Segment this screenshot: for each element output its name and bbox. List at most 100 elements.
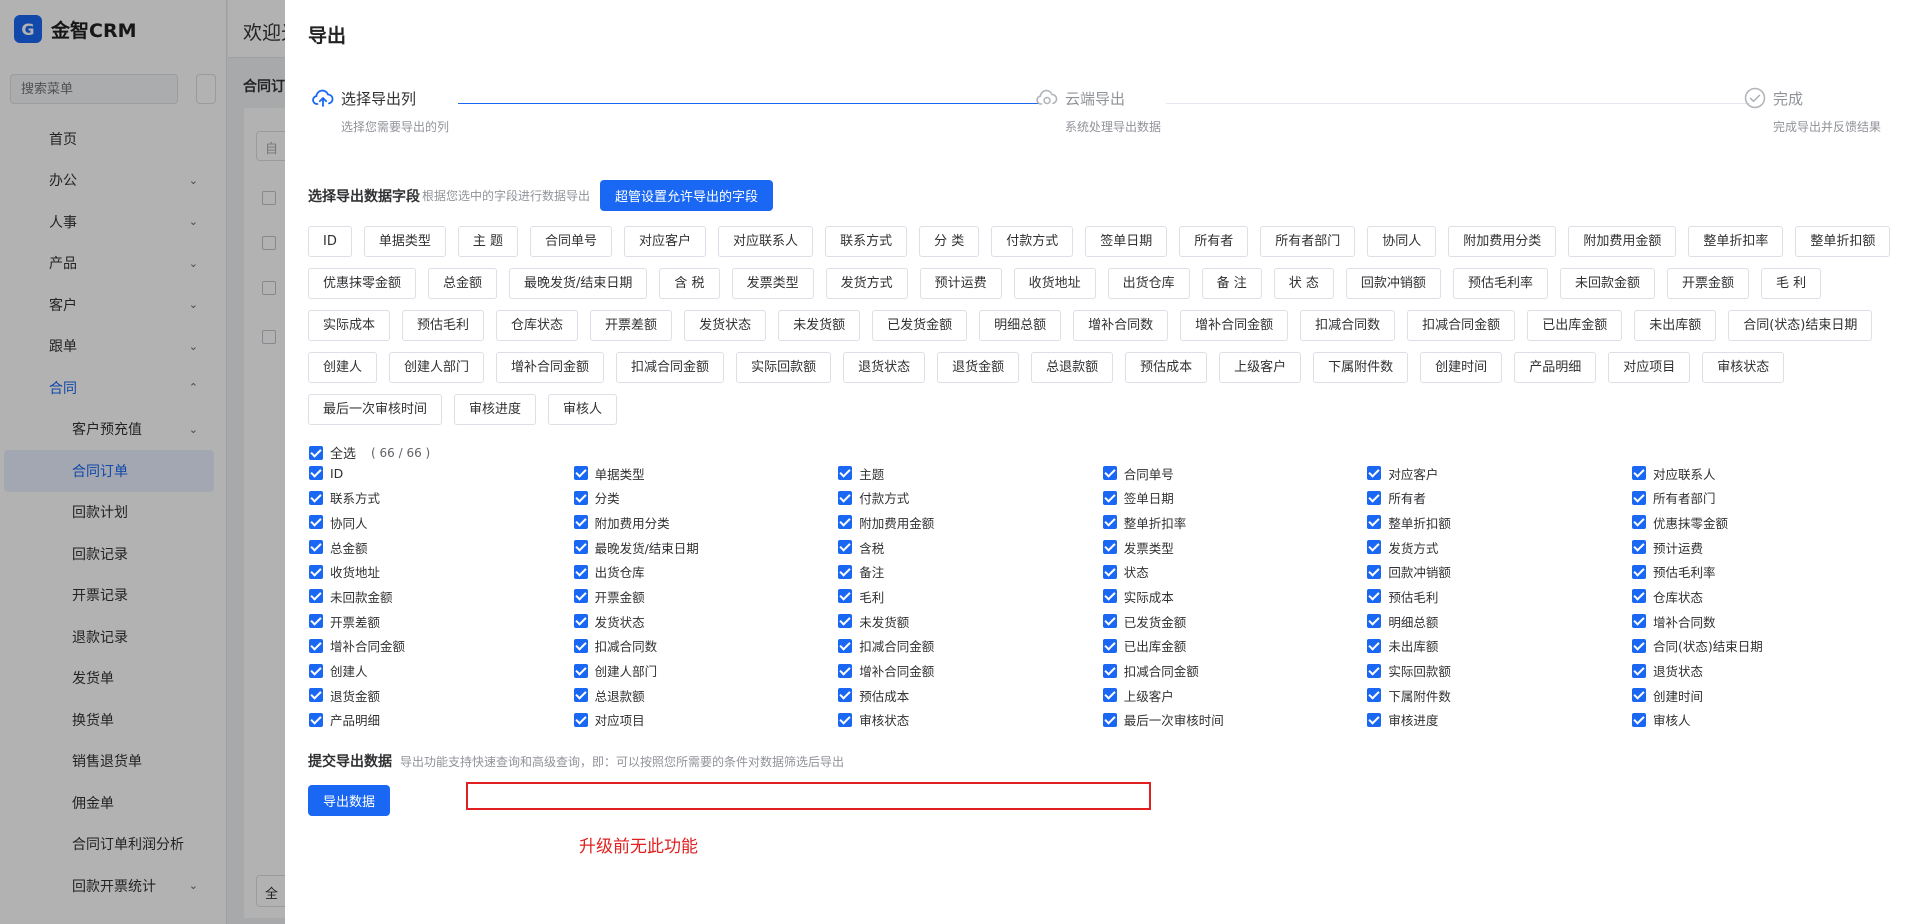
checkbox-checked-icon[interactable]	[573, 540, 588, 555]
field-checkbox[interactable]: 扣减合同金额	[1102, 663, 1368, 679]
checkbox-checked-icon[interactable]	[573, 712, 588, 727]
field-checkbox[interactable]: 已发货金额	[1102, 613, 1368, 630]
field-tag[interactable]: 所有者部门	[1260, 226, 1356, 257]
field-tag[interactable]: 增补合同金额	[1180, 310, 1289, 341]
checkbox-checked-icon[interactable]	[1367, 712, 1382, 727]
checkbox-checked-icon[interactable]	[838, 490, 853, 505]
field-tag[interactable]: 创建人	[308, 352, 378, 383]
checkbox-checked-icon[interactable]	[1102, 490, 1117, 505]
field-checkbox[interactable]: 备注	[838, 564, 1103, 580]
field-checkbox[interactable]: 预估成本	[838, 687, 1103, 704]
checkbox-checked-icon[interactable]	[1102, 564, 1117, 579]
field-checkbox[interactable]: 增补合同数	[1631, 613, 1897, 630]
field-checkbox[interactable]: 扣减合同金额	[838, 638, 1103, 654]
checkbox-checked-icon[interactable]	[838, 638, 853, 653]
field-tag[interactable]: 上级客户	[1219, 352, 1302, 383]
checkbox-checked-icon[interactable]	[1367, 663, 1382, 678]
checkbox-checked-icon[interactable]	[573, 614, 588, 629]
field-checkbox[interactable]: 总退款额	[573, 687, 839, 704]
checkbox-checked-icon[interactable]	[1102, 614, 1117, 629]
field-checkbox[interactable]: 预计运费	[1631, 539, 1897, 556]
field-tag[interactable]: 增补合同金额	[496, 352, 605, 383]
checkbox-checked-icon[interactable]	[1102, 515, 1117, 530]
field-tag[interactable]: 下属附件数	[1313, 352, 1409, 383]
checkbox-checked-icon[interactable]	[1102, 638, 1117, 653]
field-checkbox[interactable]: 未出库额	[1367, 638, 1632, 654]
checkbox-checked-icon[interactable]	[573, 688, 588, 703]
field-checkbox[interactable]: 单据类型	[573, 465, 839, 482]
field-checkbox[interactable]: 最后一次审核时间	[1102, 712, 1368, 728]
field-tag[interactable]: 已出库金额	[1527, 310, 1623, 341]
field-tag[interactable]: 主 题	[457, 226, 519, 257]
field-tag[interactable]: 开票差额	[590, 310, 673, 341]
field-tag[interactable]: 附加费用金额	[1568, 226, 1677, 257]
field-checkbox[interactable]: 发货方式	[1367, 539, 1632, 556]
field-checkbox[interactable]: 仓库状态	[1631, 588, 1897, 605]
field-checkbox[interactable]: 增补合同金额	[309, 638, 574, 654]
field-checkbox[interactable]: 所有者	[1367, 490, 1632, 506]
field-tag[interactable]: 创建时间	[1420, 352, 1503, 383]
field-tag[interactable]: 最后一次审核时间	[308, 394, 443, 425]
checkbox-checked-icon[interactable]	[1367, 564, 1382, 579]
checkbox-checked-icon[interactable]	[573, 564, 588, 579]
checkbox-checked-icon[interactable]	[1367, 614, 1382, 629]
checkbox-checked-icon[interactable]	[1102, 663, 1117, 678]
field-checkbox[interactable]: 未发货额	[838, 613, 1103, 630]
field-tag[interactable]: 扣减合同金额	[1407, 310, 1516, 341]
checkbox-checked-icon[interactable]	[309, 614, 323, 629]
field-checkbox[interactable]: 审核状态	[838, 712, 1103, 728]
field-tag[interactable]: 产品明细	[1514, 352, 1597, 383]
field-checkbox[interactable]: 合同单号	[1102, 465, 1368, 482]
field-tag[interactable]: 签单日期	[1085, 226, 1168, 257]
field-checkbox[interactable]: 付款方式	[838, 490, 1103, 506]
field-checkbox[interactable]: 产品明细	[309, 712, 574, 728]
field-checkbox[interactable]: 预估毛利率	[1631, 564, 1897, 580]
checkbox-checked-icon[interactable]	[1367, 688, 1382, 703]
field-tag[interactable]: 付款方式	[991, 226, 1074, 257]
checkbox-checked-icon[interactable]	[1631, 614, 1646, 629]
field-checkbox[interactable]: 退货金额	[309, 687, 574, 704]
field-checkbox[interactable]: 主题	[838, 465, 1103, 482]
field-checkbox[interactable]: 对应项目	[573, 712, 839, 728]
field-tag[interactable]: 出货仓库	[1107, 268, 1190, 299]
field-checkbox[interactable]: 协同人	[309, 514, 574, 531]
field-tag[interactable]: 最晚发货/结束日期	[509, 268, 648, 299]
field-tag[interactable]: 单据类型	[363, 226, 446, 257]
field-checkbox[interactable]: 整单折扣率	[1102, 514, 1368, 531]
checkbox-checked-icon[interactable]	[1367, 540, 1382, 555]
field-tag[interactable]: 总退款额	[1031, 352, 1114, 383]
field-tag[interactable]: 增补合同数	[1073, 310, 1169, 341]
checkbox-checked-icon[interactable]	[1631, 490, 1646, 505]
field-checkbox[interactable]: 发货状态	[573, 613, 839, 630]
checkbox-checked-icon[interactable]	[1631, 540, 1646, 555]
field-tag[interactable]: 优惠抹零金额	[308, 268, 417, 299]
field-checkbox[interactable]: 状态	[1102, 564, 1368, 580]
field-tag[interactable]: 预计运费	[919, 268, 1002, 299]
checkbox-checked-icon[interactable]	[838, 589, 853, 604]
field-checkbox[interactable]: 附加费用分类	[573, 514, 839, 531]
field-tag[interactable]: 实际回款额	[736, 352, 832, 383]
field-checkbox[interactable]: 退货状态	[1631, 663, 1897, 679]
checkbox-checked-icon[interactable]	[1631, 564, 1646, 579]
field-checkbox[interactable]: 已出库金额	[1102, 638, 1368, 654]
checkbox-checked-icon[interactable]	[1367, 466, 1382, 480]
field-checkbox[interactable]: 开票金额	[573, 588, 839, 605]
checkbox-checked-icon[interactable]	[309, 466, 323, 480]
checkbox-checked-icon[interactable]	[309, 688, 323, 703]
field-tag[interactable]: 总金额	[428, 268, 498, 299]
field-tag[interactable]: 发票类型	[731, 268, 814, 299]
field-tag[interactable]: 含 税	[659, 268, 720, 299]
checkbox-checked-icon[interactable]	[309, 540, 323, 555]
field-tag[interactable]: 备 注	[1201, 268, 1262, 299]
checkbox-checked-icon[interactable]	[573, 490, 588, 505]
field-tag[interactable]: 开票金额	[1666, 268, 1749, 299]
field-checkbox[interactable]: 最晚发货/结束日期	[573, 539, 839, 556]
checkbox-checked-icon[interactable]	[838, 515, 853, 530]
field-tag[interactable]: 附加费用分类	[1448, 226, 1557, 257]
field-tag[interactable]: 对应客户	[624, 226, 707, 257]
field-tag[interactable]: 整单折扣额	[1795, 226, 1891, 257]
checkbox-checked-icon[interactable]	[1102, 712, 1117, 727]
field-tag[interactable]: 合同(状态)结束日期	[1728, 310, 1873, 341]
field-tag[interactable]: 协同人	[1367, 226, 1437, 257]
field-checkbox[interactable]: 扣减合同数	[573, 638, 839, 654]
